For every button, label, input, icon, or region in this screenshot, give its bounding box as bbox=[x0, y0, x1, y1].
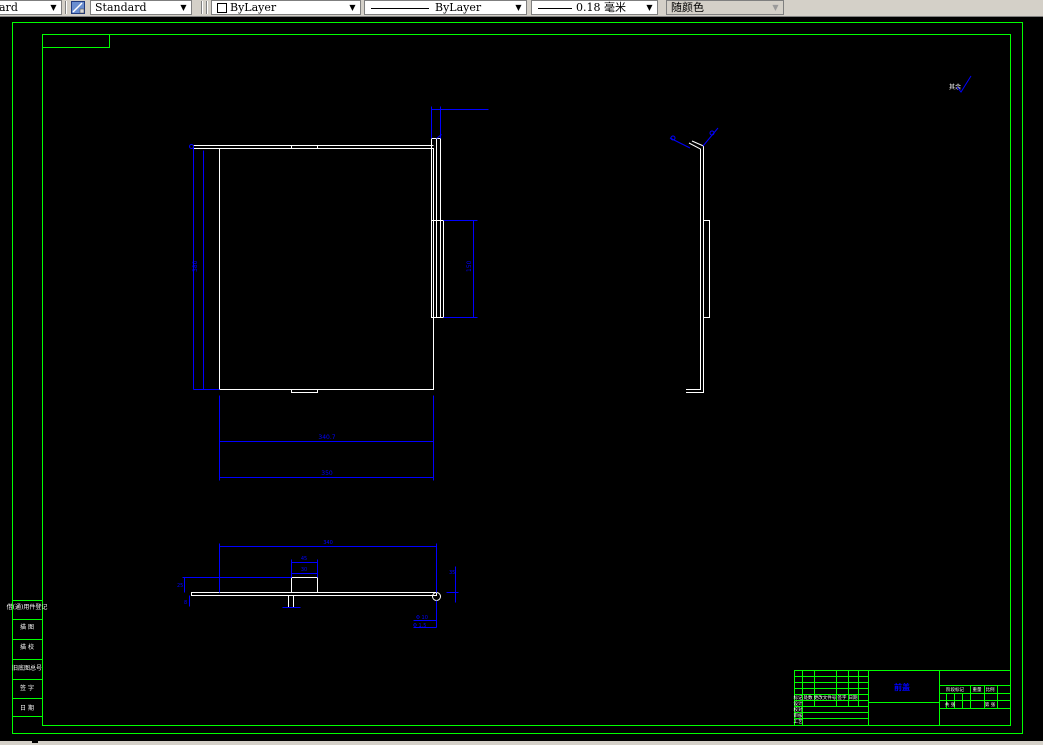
tb-header: 日期 bbox=[849, 695, 858, 701]
linetype-sample-icon bbox=[371, 8, 429, 9]
tb-right: 共 张 bbox=[945, 701, 956, 708]
toolbar-separator bbox=[65, 1, 67, 14]
tb-right: 阶段标记 bbox=[946, 686, 964, 693]
left-side-table bbox=[12, 600, 43, 717]
side-label: 描 校 bbox=[20, 643, 34, 651]
chevron-down-icon[interactable]: ▼ bbox=[178, 2, 189, 13]
lineweight-combo[interactable]: 0.18 毫米 ▼ bbox=[531, 0, 658, 15]
status-marker bbox=[32, 741, 38, 743]
chevron-down-icon[interactable]: ▼ bbox=[513, 2, 524, 13]
chevron-down-icon[interactable]: ▼ bbox=[48, 2, 59, 13]
tb-row: 设计 bbox=[794, 700, 803, 707]
lineweight-sample-icon bbox=[538, 8, 572, 9]
drawing-title: 前盖 bbox=[894, 682, 910, 692]
drawing-canvas[interactable]: 借(通)用件登记 描 图 描 校 旧底图总号 签 字 日 期 标记 处数 更改文… bbox=[0, 17, 1043, 741]
front-view: 380 150 340.7 350 bbox=[189, 106, 489, 481]
dim-label: Φ 10 bbox=[416, 615, 428, 621]
dim-label: 35 bbox=[449, 570, 455, 576]
properties-toolbar: ard ▼ Standard ▼ ByLayer ▼ ByLayer ▼ 0.1… bbox=[0, 0, 1043, 17]
text-style-value: ard bbox=[0, 1, 18, 14]
side-label: 借(通)用件登记 bbox=[7, 603, 48, 611]
roughness-symbol: 其余 bbox=[949, 75, 972, 93]
side-view bbox=[669, 127, 719, 393]
tb-header: 处数 bbox=[804, 694, 813, 701]
tb-right: 比例 bbox=[986, 686, 995, 693]
lineweight-value: 0.18 毫米 bbox=[576, 1, 626, 14]
chevron-down-icon[interactable]: ▼ bbox=[347, 2, 358, 13]
dim-label: 380 bbox=[192, 260, 199, 272]
dim-label: 340 bbox=[323, 540, 333, 546]
plot-style-combo[interactable]: 随颜色 ▼ bbox=[666, 0, 784, 15]
tb-right: 第 张 bbox=[985, 701, 996, 708]
color-swatch-icon bbox=[217, 3, 227, 13]
tb-header: 标记 bbox=[794, 694, 803, 701]
chevron-down-icon[interactable]: ▼ bbox=[644, 2, 655, 13]
dim-label: 340.7 bbox=[318, 434, 335, 441]
dim-label: 350 bbox=[321, 470, 333, 477]
chevron-down-icon[interactable]: ▼ bbox=[770, 2, 781, 13]
dim-label: 25 bbox=[177, 583, 183, 589]
section-view: 340 45 30 25 8 35 Φ 10 Φ 1.5 bbox=[177, 540, 459, 629]
side-label: 日 期 bbox=[20, 704, 34, 712]
toolbar-separator bbox=[201, 1, 203, 14]
dim-label: 150 bbox=[466, 260, 473, 272]
toolbar-separator bbox=[206, 1, 208, 14]
side-label: 签 字 bbox=[20, 684, 34, 692]
dimension-style-icon[interactable] bbox=[71, 1, 85, 14]
layer-color-combo[interactable]: ByLayer ▼ bbox=[211, 0, 361, 15]
tb-header: 签字 bbox=[838, 694, 847, 701]
tb-header: 更改文件号 bbox=[814, 694, 837, 701]
linetype-value: ByLayer bbox=[435, 1, 482, 14]
dimension-style-value: Standard bbox=[95, 1, 147, 14]
side-label: 旧底图总号 bbox=[12, 664, 42, 672]
dimension-style-combo[interactable]: Standard ▼ bbox=[90, 0, 192, 15]
tb-right: 重量 bbox=[973, 686, 982, 693]
layer-value: ByLayer bbox=[230, 1, 277, 14]
tb-row: 工艺 bbox=[794, 719, 803, 725]
dim-label: 30 bbox=[301, 567, 307, 573]
status-bar bbox=[0, 741, 1043, 745]
dim-label: Φ 1.5 bbox=[413, 623, 426, 629]
dim-label: 8 bbox=[184, 600, 187, 606]
drawing-frame bbox=[12, 22, 1023, 734]
plot-style-value: 随颜色 bbox=[671, 1, 704, 14]
text-style-combo[interactable]: ard ▼ bbox=[0, 0, 62, 15]
linetype-combo[interactable]: ByLayer ▼ bbox=[364, 0, 527, 15]
dim-label: 45 bbox=[301, 556, 307, 562]
side-label: 描 图 bbox=[20, 623, 34, 631]
tb-row: 校对 bbox=[794, 706, 803, 713]
tb-row: 审核 bbox=[794, 712, 803, 719]
